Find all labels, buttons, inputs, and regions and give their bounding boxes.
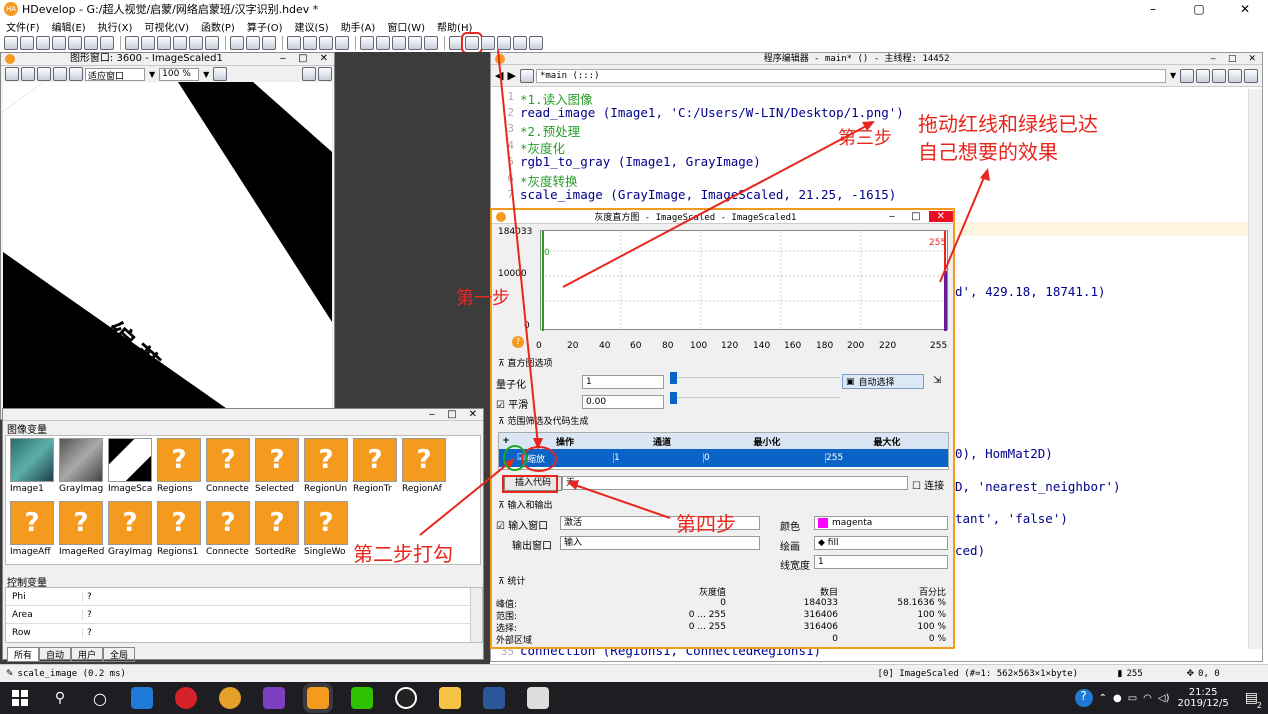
arrow-step2 bbox=[419, 461, 511, 536]
tray-battery-icon: ▭ bbox=[1127, 692, 1138, 704]
task-view-icon[interactable]: ○ bbox=[80, 689, 120, 708]
status-icon: ✎ bbox=[6, 668, 14, 679]
taskbar: ⚲ ○ ? ⌃ ● ▭ ◠ ◁) 21:25 2019/12/5 ▤ 2 bbox=[0, 682, 1268, 714]
clock-time[interactable]: 21:25 bbox=[1177, 687, 1228, 698]
annotation-step1: 第一步 bbox=[456, 288, 510, 309]
media-icon[interactable] bbox=[219, 687, 241, 709]
wechat-icon[interactable] bbox=[351, 687, 373, 709]
annotation-step2: 第二步打勾 bbox=[353, 542, 453, 566]
word-icon[interactable] bbox=[483, 687, 505, 709]
visual-studio-icon[interactable] bbox=[263, 687, 285, 709]
arrow-step4 bbox=[574, 484, 671, 519]
arrow-histogram-icon bbox=[497, 49, 539, 446]
gray-value-icon: ▮ bbox=[1117, 668, 1123, 679]
search-icon[interactable]: ⚲ bbox=[40, 690, 80, 706]
status-message: scale_image (0.2 ms) bbox=[17, 668, 126, 679]
annotation-step4: 第四步 bbox=[676, 512, 736, 536]
annotation-step3: 第三步 bbox=[838, 128, 892, 149]
tray-wifi-icon[interactable]: ◠ bbox=[1143, 693, 1152, 704]
file-explorer-icon[interactable] bbox=[439, 687, 461, 709]
arrow-effect bbox=[939, 174, 986, 283]
netease-music-icon[interactable] bbox=[175, 687, 197, 709]
annotation-overlay bbox=[419, 49, 990, 536]
halcon-icon[interactable] bbox=[303, 683, 333, 713]
status-pos: 0, 0 bbox=[1198, 668, 1220, 679]
annotation-effect: 拖动红线和绿线已达 自己想要的效果 bbox=[918, 112, 1098, 164]
status-gray: 255 bbox=[1126, 668, 1143, 679]
notification-icon[interactable]: ▤ 2 bbox=[1245, 690, 1262, 710]
edge-icon[interactable] bbox=[131, 687, 153, 709]
tray-wechat-icon[interactable]: ● bbox=[1113, 693, 1122, 704]
start-icon[interactable] bbox=[0, 690, 40, 706]
notification-badge: 2 bbox=[1256, 701, 1262, 710]
insert-code-highlight bbox=[502, 475, 558, 493]
qq-icon[interactable] bbox=[395, 687, 417, 709]
status-image-info: [0] ImageScaled (#=1: 562×563×1×byte) bbox=[877, 668, 1079, 679]
arrow-step3 bbox=[562, 123, 871, 288]
tray-up-icon[interactable]: ⌃ bbox=[1099, 693, 1107, 704]
clock-date[interactable]: 2019/12/5 bbox=[1177, 698, 1228, 709]
position-icon: ✥ bbox=[1186, 668, 1195, 679]
video-icon[interactable] bbox=[527, 687, 549, 709]
op-highlight-circle bbox=[521, 446, 557, 472]
tray-volume-icon[interactable]: ◁) bbox=[1158, 693, 1170, 704]
status-bar: ✎ scale_image (0.2 ms) [0] ImageScaled (… bbox=[0, 664, 1268, 682]
help-tray-icon[interactable]: ? bbox=[1074, 689, 1093, 707]
